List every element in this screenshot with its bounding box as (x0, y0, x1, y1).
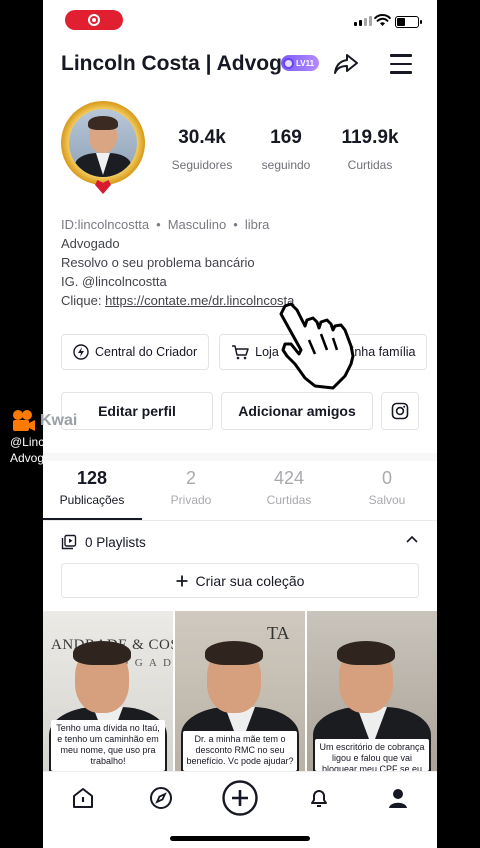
tab-publications[interactable]: 128 Publicações (43, 468, 141, 507)
nav-discover[interactable] (143, 780, 179, 816)
tab-label: Publicações (59, 493, 125, 507)
stat-value: 30.4k (178, 127, 226, 148)
tab-label: Salvou (368, 493, 406, 507)
tab-saved[interactable]: 0 Salvou (338, 468, 436, 507)
add-friends-button[interactable]: Adicionar amigos (221, 392, 373, 430)
tab-private[interactable]: 2 Privado (142, 468, 240, 507)
stat-likes[interactable]: 119.9k Curtidas (325, 127, 415, 172)
kwai-wordmark: Kwai (40, 412, 78, 429)
bell-icon (311, 790, 327, 807)
kwai-logo: Kwai (10, 408, 90, 434)
stat-label: Seguidores (171, 158, 233, 172)
avatar[interactable] (57, 97, 149, 195)
playlist-icon (61, 534, 77, 550)
button-label: Editar perfil (98, 403, 176, 419)
profile-gender: Masculino (167, 217, 227, 232)
thumbnail-wallmark: TA (267, 623, 290, 643)
tab-divider (43, 520, 437, 521)
tab-count: 2 (185, 468, 196, 488)
bio-link-row: Clique: https://contate.me/dr.lincolncos… (61, 291, 294, 310)
profile-icon (389, 789, 407, 808)
stat-following[interactable]: 169 seguindo (241, 127, 331, 172)
hamburger-icon (390, 54, 412, 57)
feature-chips: Central do Criador Loja Minha família (61, 334, 428, 370)
creator-center-button[interactable]: Central do Criador (61, 334, 210, 370)
video-caption: Tenho uma dívida no Itaú, e tenho um cam… (51, 720, 165, 771)
link-prefix: Clique: (61, 293, 106, 308)
lightning-icon (73, 344, 89, 360)
video-caption: Dr. a minha mãe tem o desconto RMC no se… (183, 731, 297, 771)
video-caption: Um escritório de cobrança ligou e falou … (315, 739, 429, 771)
signal-icon (354, 16, 372, 26)
home-icon (73, 788, 93, 808)
camera-icon (13, 410, 35, 431)
video-thumbnail[interactable]: ANDRADE & COS A D V O G A D O S Tenho um… (43, 611, 173, 771)
tab-count: 0 (381, 468, 392, 488)
stat-label: seguindo (261, 158, 311, 172)
nav-home[interactable] (65, 780, 101, 816)
cart-icon (232, 345, 249, 360)
profile-meta: ID:lincolncostta • Masculino • libra (61, 217, 270, 232)
bio-link[interactable]: https://contate.me/dr.lincolncosta (105, 293, 294, 308)
bio-line: Resolvo o seu problema bancário (61, 255, 255, 270)
gem-icon (283, 57, 294, 69)
tab-count: 128 (76, 468, 108, 488)
profile-sign: libra (244, 217, 270, 232)
nav-profile[interactable] (380, 780, 416, 816)
bio-line: IG. @lincolncostta (61, 274, 167, 289)
record-icon (88, 14, 100, 26)
nav-create[interactable] (222, 780, 258, 816)
add-post-icon (222, 780, 258, 816)
chip-label: Central do Criador (95, 345, 198, 359)
bottom-navigation (43, 771, 437, 821)
instagram-button[interactable] (381, 392, 419, 430)
stat-label: Curtidas (347, 158, 393, 172)
video-grid: ANDRADE & COS A D V O G A D O S Tenho um… (43, 611, 437, 771)
share-icon (334, 54, 358, 74)
create-collection-button[interactable]: Criar sua coleção (61, 563, 419, 598)
phone-screen: Lincoln Costa | Advogado LV11 30.4k Segu… (43, 0, 437, 848)
wifi-icon (374, 14, 391, 26)
tab-count: 424 (273, 468, 305, 488)
share-button[interactable] (331, 49, 361, 79)
video-thumbnail[interactable]: TA Dr. a minha mãe tem o desconto RMC no… (175, 611, 305, 771)
instagram-icon (391, 402, 409, 420)
stat-value: 169 (270, 127, 302, 148)
pointer-hand-icon (279, 302, 355, 390)
avatar-photo (69, 109, 137, 177)
battery-icon (395, 16, 422, 28)
playlists-row[interactable]: 0 Playlists (61, 532, 421, 552)
level-badge[interactable]: LV11 (281, 55, 320, 71)
profile-bio: ID:lincolncostta • Masculino • libra Advogad… (61, 215, 294, 310)
nav-notifications[interactable] (301, 780, 337, 816)
video-thumbnail[interactable]: Um escritório de cobrança ligou e falou … (307, 611, 437, 771)
page-title: Lincoln Costa | Advogado (61, 52, 283, 75)
kwai-subtitle: Advogado (10, 451, 45, 465)
bio-line: Advogado (61, 236, 120, 251)
compass-icon (150, 787, 172, 809)
button-label: Criar sua coleção (195, 572, 305, 589)
screen-recording-indicator[interactable] (65, 10, 123, 30)
profile-id: ID:lincolncostta (61, 217, 150, 232)
home-indicator (170, 836, 310, 841)
chevron-up-icon[interactable] (405, 534, 419, 546)
stat-followers[interactable]: 30.4k Seguidores (157, 127, 247, 172)
stat-value: 119.9k (341, 127, 399, 148)
playlists-label: 0 Playlists (85, 534, 146, 550)
tab-likes[interactable]: 424 Curtidas (240, 468, 338, 507)
profile-header: Lincoln Costa | Advogado LV11 (43, 44, 437, 84)
section-divider (43, 453, 437, 461)
level-label: LV11 (296, 58, 315, 68)
button-label: Adicionar amigos (238, 403, 356, 419)
tab-label: Curtidas (266, 493, 312, 507)
status-bar (43, 0, 437, 44)
kwai-watermark: Kwai @Lincoln Advogado (10, 408, 90, 466)
kwai-handle: @Lincoln (10, 435, 45, 449)
menu-button[interactable] (387, 50, 415, 78)
plus-icon (176, 575, 188, 586)
tab-label: Privado (170, 493, 212, 507)
